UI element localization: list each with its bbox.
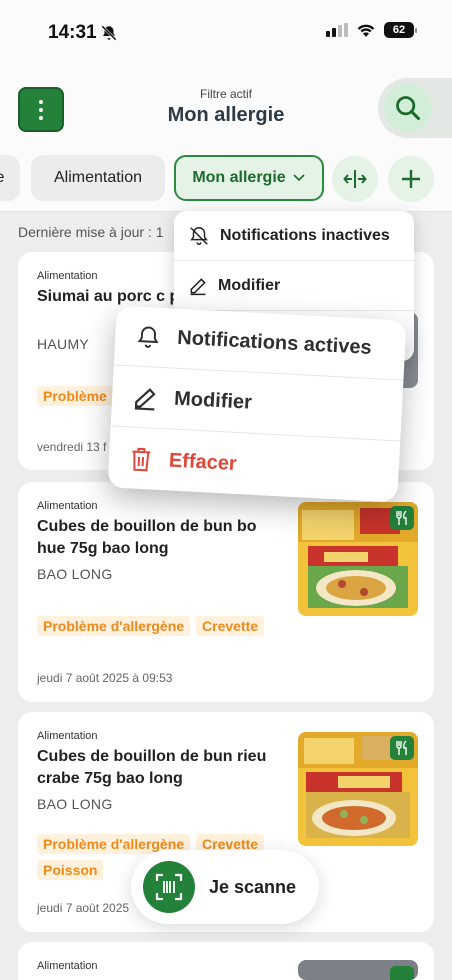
compare-button[interactable] [332, 156, 378, 202]
context-menu: Notifications actives Modifier Effacer [107, 305, 407, 503]
filter-chip-label: e [0, 169, 4, 187]
dropdown-edit-item[interactable]: Modifier [174, 261, 414, 311]
bell-off-icon [190, 226, 208, 245]
allergen-tag: Crevette [196, 616, 265, 636]
product-date: jeudi 7 août 2025 à 09:53 [37, 671, 173, 685]
status-time: 14:31 [48, 22, 97, 43]
scan-label: Je scanne [209, 876, 297, 897]
wifi-icon [357, 24, 375, 37]
search-icon [396, 96, 421, 121]
dropdown-edit-label: Modifier [218, 276, 281, 294]
product-tags: Problème d'allergène Crevette [37, 616, 307, 636]
app-header: Filtre actif Mon allergie [0, 68, 452, 146]
fork-knife-icon [396, 510, 407, 525]
status-right: 62 [326, 22, 417, 38]
product-brand: BAO LONG [37, 796, 113, 812]
product-category: Alimentation [37, 960, 98, 972]
product-date: vendredi 13 f [37, 440, 107, 454]
food-category-badge [390, 736, 414, 760]
product-name: Cubes de bouillon de bun rieu crabe 75g … [37, 748, 267, 787]
chevron-down-icon [293, 174, 305, 182]
filter-chip-active[interactable]: Mon allergie [174, 155, 324, 201]
product-image [298, 960, 418, 980]
product-name: Cubes de bouillon de bun bo hue 75g bao … [37, 518, 257, 557]
allergen-tag: Poisson [37, 860, 104, 880]
last-update-text: Dernière mise à jour : 1 [18, 224, 164, 240]
food-category-badge [390, 966, 414, 980]
cellular-signal-icon [326, 23, 348, 37]
product-brand: HAUMY [37, 336, 90, 352]
pencil-icon [190, 277, 206, 295]
filter-chip-label: Alimentation [53, 169, 143, 186]
filter-chip-partial[interactable]: e [0, 155, 20, 201]
product-category: Alimentation [37, 730, 98, 742]
search-button[interactable] [384, 84, 432, 132]
product-card[interactable]: Alimentation [18, 942, 434, 980]
silent-mode-icon [101, 25, 117, 41]
product-card[interactable]: Alimentation Cubes de bouillon de bun bo… [18, 482, 434, 702]
battery-indicator: 62 [384, 22, 417, 38]
plus-icon [402, 170, 420, 188]
menu-notifications-label: Notifications actives [176, 326, 373, 359]
dropdown-notifications-item[interactable]: Notifications inactives [174, 211, 414, 261]
add-filter-button[interactable] [388, 156, 434, 202]
product-image [298, 732, 418, 846]
menu-edit-label: Modifier [173, 387, 253, 414]
scan-icon-circle [143, 861, 195, 913]
filter-bar: e Alimentation Mon allergie [0, 146, 452, 212]
trash-icon [132, 447, 151, 472]
status-bar: 14:31 62 [0, 0, 452, 68]
scan-button[interactable]: Je scanne [131, 850, 319, 924]
pencil-icon [134, 387, 156, 411]
food-category-badge [390, 506, 414, 530]
product-date: jeudi 7 août 2025 [37, 901, 130, 915]
search-container [378, 78, 452, 138]
product-image [298, 502, 418, 616]
filter-chip-alimentation[interactable]: Alimentation [31, 155, 165, 201]
filter-chip-label: Mon allergie [192, 169, 286, 186]
barcode-scan-icon [155, 873, 183, 901]
split-arrows-icon [343, 170, 367, 188]
product-category: Alimentation [37, 270, 98, 282]
bell-icon [137, 326, 159, 348]
menu-delete-label: Effacer [168, 448, 238, 475]
dropdown-notifications-label: Notifications inactives [220, 226, 390, 244]
allergen-tag: Problème d'allergène [37, 616, 191, 636]
product-category: Alimentation [37, 500, 98, 512]
product-brand: BAO LONG [37, 566, 113, 582]
allergen-tag: Problème [37, 386, 113, 406]
fork-knife-icon [396, 740, 407, 755]
